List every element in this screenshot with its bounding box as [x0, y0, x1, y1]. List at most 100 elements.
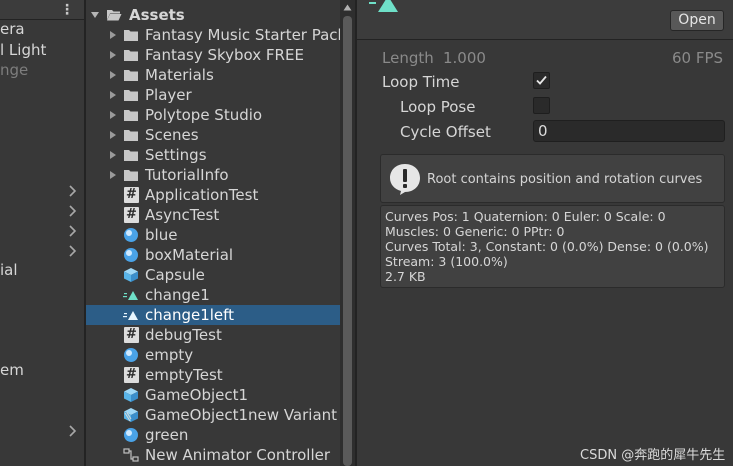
animator-controller-icon — [123, 448, 139, 462]
cycle-offset-label: Cycle Offset — [400, 123, 491, 141]
tree-label: Polytope Studio — [145, 106, 263, 124]
tree-asset-row[interactable]: # emptyTest — [86, 365, 340, 385]
tree-folder-row[interactable]: Fantasy Music Starter Pack — [86, 25, 340, 45]
expand-arrow-icon[interactable] — [108, 110, 118, 120]
prefab-icon — [124, 268, 138, 282]
animation-clip-icon — [369, 0, 398, 12]
more-options-icon[interactable]: ⋮ — [60, 1, 74, 19]
tree-folder-row[interactable]: Settings — [86, 145, 340, 165]
hierarchy-header: ⋮ — [0, 0, 84, 20]
chevron-right-icon[interactable] — [67, 245, 77, 257]
expand-arrow-icon[interactable] — [108, 70, 118, 80]
script-icon: # — [124, 327, 139, 343]
tree-asset-row[interactable]: New Animator Controller — [86, 445, 340, 465]
tree-label: emptyTest — [145, 366, 223, 384]
expand-arrow-icon[interactable] — [108, 30, 118, 40]
tree-folder-row[interactable]: Player — [86, 85, 340, 105]
tree-asset-row[interactable]: blue — [86, 225, 340, 245]
tree-asset-row[interactable]: change1left — [86, 305, 340, 325]
loop-pose-label: Loop Pose — [400, 98, 476, 116]
project-panel: Assets Fantasy Music Starter Pack Fantasy… — [86, 0, 340, 466]
chevron-right-icon[interactable] — [67, 205, 77, 217]
tree-asset-row[interactable]: # AsyncTest — [86, 205, 340, 225]
tree-asset-row[interactable]: empty — [86, 345, 340, 365]
expand-arrow-icon[interactable] — [108, 170, 118, 180]
material-icon — [124, 348, 138, 362]
tree-asset-row[interactable]: GameObject1new Variant — [86, 405, 340, 425]
hierarchy-item[interactable]: era — [0, 20, 25, 38]
tree-folder-row[interactable]: Polytope Studio — [86, 105, 340, 125]
tree-label: Player — [145, 86, 192, 104]
loop-time-checkbox[interactable] — [533, 72, 550, 89]
prefab-variant-icon — [124, 408, 138, 422]
script-icon: # — [124, 187, 139, 203]
tree-root-assets[interactable]: Assets — [86, 5, 340, 25]
inspector-panel: Open Length 1.000 60 FPS Loop Time Loop … — [357, 0, 733, 466]
tree-asset-row[interactable]: green — [86, 425, 340, 445]
stat-line: Curves Pos: 1 Quaternion: 0 Euler: 0 Sca… — [385, 209, 666, 224]
fps-value: 60 FPS — [672, 49, 724, 67]
scroll-up-arrow-icon[interactable] — [343, 4, 352, 11]
tree-label: boxMaterial — [145, 246, 234, 264]
folder-open-icon — [107, 10, 122, 21]
help-message: Root contains position and rotation curv… — [427, 172, 703, 187]
folder-icon — [124, 30, 138, 41]
folder-icon — [124, 130, 138, 141]
tree-label: Capsule — [145, 266, 205, 284]
tree-label: TutorialInfo — [145, 166, 229, 184]
tree-label: New Animator Controller — [145, 446, 331, 464]
folder-icon — [124, 90, 138, 101]
tree-folder-row[interactable]: Scenes — [86, 125, 340, 145]
tree-label: Scenes — [145, 126, 199, 144]
expand-arrow-icon[interactable] — [108, 50, 118, 60]
animation-clip-icon — [123, 291, 138, 300]
folder-icon — [124, 150, 138, 161]
tree-label: Fantasy Music Starter Pack — [145, 26, 340, 44]
stat-line: Curves Total: 3, Constant: 0 (0.0%) Dens… — [385, 239, 709, 254]
material-icon — [124, 248, 138, 262]
expand-arrow-icon[interactable] — [108, 150, 118, 160]
stat-line: 2.7 KB — [385, 269, 426, 284]
cycle-offset-field[interactable]: 0 — [533, 120, 725, 142]
hierarchy-item[interactable]: l Light — [0, 41, 46, 59]
tree-asset-row[interactable]: Capsule — [86, 265, 340, 285]
tree-asset-row[interactable]: # debugTest — [86, 325, 340, 345]
hierarchy-item[interactable]: nge — [0, 61, 28, 79]
expand-arrow-icon[interactable] — [90, 10, 100, 20]
tree-label: Assets — [129, 6, 185, 24]
scrollbar-thumb[interactable] — [343, 16, 352, 466]
help-box: Root contains position and rotation curv… — [380, 154, 725, 203]
tree-folder-row[interactable]: Fantasy Skybox FREE — [86, 45, 340, 65]
folder-icon — [124, 70, 138, 81]
info-icon — [390, 164, 420, 195]
tree-label: GameObject1new Variant — [145, 406, 338, 424]
clip-stats-box: Curves Pos: 1 Quaternion: 0 Euler: 0 Sca… — [380, 205, 725, 288]
tree-asset-row[interactable]: change1 — [86, 285, 340, 305]
tree-label: blue — [145, 226, 178, 244]
project-scrollbar[interactable] — [340, 0, 355, 466]
tree-folder-row[interactable]: TutorialInfo — [86, 165, 340, 185]
expand-arrow-icon[interactable] — [108, 90, 118, 100]
hierarchy-item[interactable]: ial — [0, 261, 18, 279]
chevron-right-icon[interactable] — [67, 185, 77, 197]
folder-icon — [124, 110, 138, 121]
checkmark-icon — [536, 75, 547, 85]
tree-folder-row[interactable]: Materials — [86, 65, 340, 85]
loop-pose-checkbox[interactable] — [533, 97, 550, 114]
tree-asset-row[interactable]: GameObject1 — [86, 385, 340, 405]
hierarchy-item[interactable]: em — [0, 361, 24, 379]
prefab-icon — [124, 388, 138, 402]
chevron-right-icon[interactable] — [67, 425, 77, 437]
tree-label: ApplicationTest — [145, 186, 259, 204]
tree-asset-row[interactable]: # ApplicationTest — [86, 185, 340, 205]
watermark: CSDN @奔跑的犀牛先生 — [580, 448, 726, 463]
hierarchy-panel: ⋮ era l Light nge ial em — [0, 0, 84, 466]
tree-label: Materials — [145, 66, 214, 84]
material-icon — [124, 228, 138, 242]
tree-asset-row[interactable]: boxMaterial — [86, 245, 340, 265]
open-button[interactable]: Open — [670, 10, 724, 31]
expand-arrow-icon[interactable] — [108, 130, 118, 140]
chevron-right-icon[interactable] — [67, 225, 77, 237]
tree-label: green — [145, 426, 189, 444]
script-icon: # — [124, 367, 139, 383]
